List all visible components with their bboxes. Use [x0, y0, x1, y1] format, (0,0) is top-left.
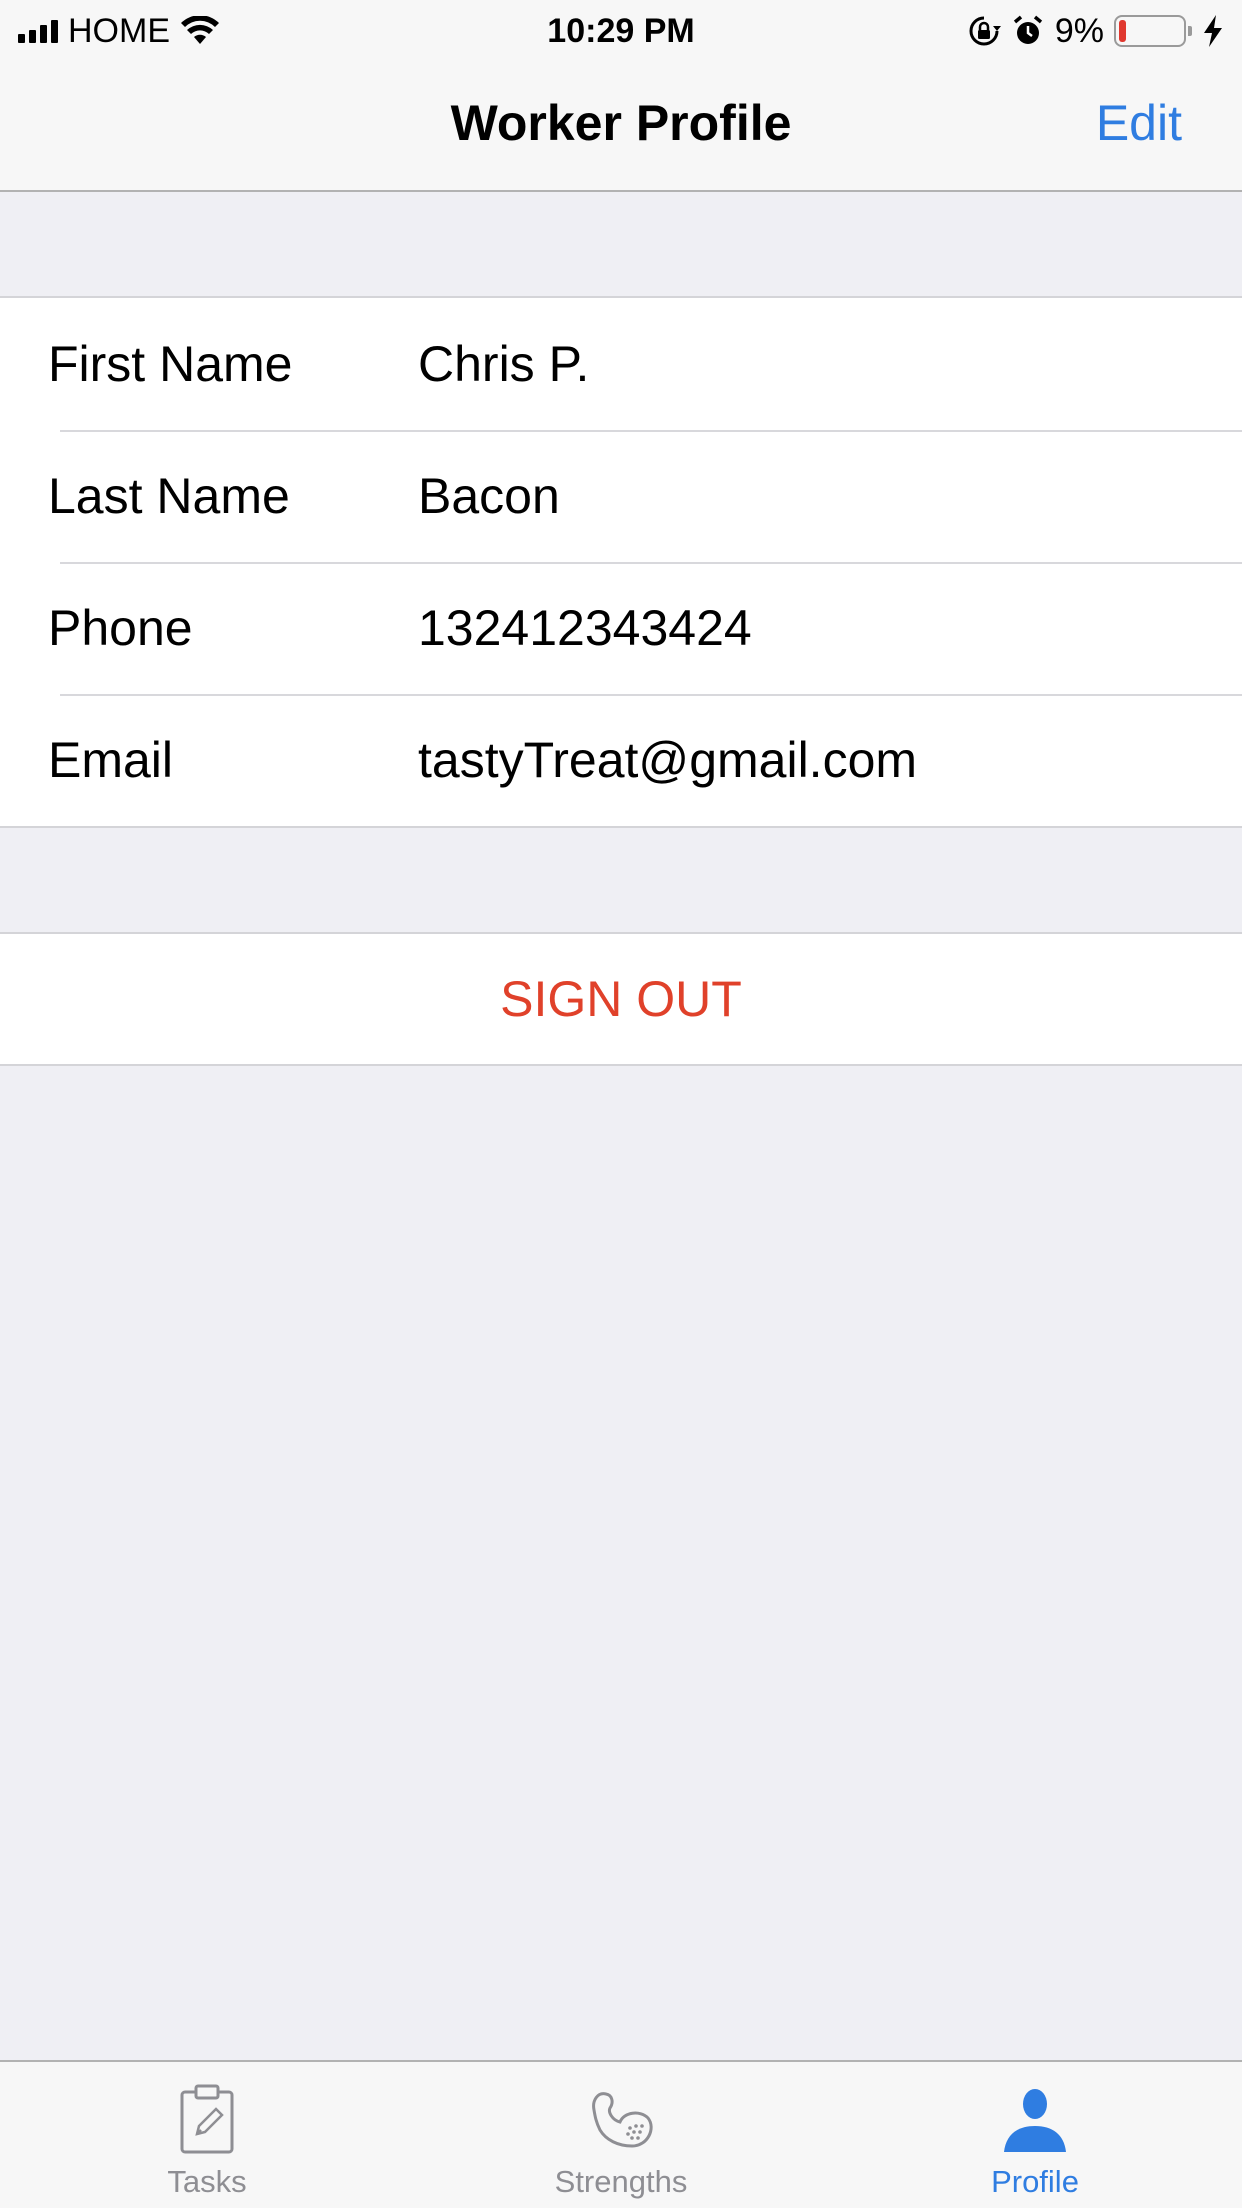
email-value: tastyTreat@gmail.com: [418, 732, 918, 788]
email-label: Email: [48, 732, 174, 788]
profile-fields: First Name Chris P. Last Name Bacon Phon…: [0, 296, 1242, 828]
wifi-icon: [181, 16, 219, 44]
page-title: Worker Profile: [450, 95, 792, 151]
edit-button[interactable]: Edit: [1096, 94, 1182, 152]
tab-strengths-label: Strengths: [554, 2164, 688, 2199]
last-name-value: Bacon: [418, 468, 560, 524]
carrier-label: HOME: [68, 11, 170, 50]
rotation-lock-icon: [969, 16, 1001, 46]
tab-profile[interactable]: Profile: [828, 2062, 1242, 2208]
battery-icon: [1114, 15, 1192, 47]
clipboard-icon: [180, 2084, 234, 2154]
battery-fill: [1119, 20, 1127, 42]
battery-percent: 9%: [1054, 11, 1104, 50]
last-name-row: Last Name Bacon: [0, 430, 1242, 562]
last-name-label: Last Name: [48, 468, 290, 524]
first-name-label: First Name: [48, 336, 293, 392]
bicep-icon: [592, 2092, 653, 2148]
sign-out-group: SIGN OUT: [0, 932, 1242, 1066]
status-right: 9%: [967, 12, 1224, 51]
tab-strengths[interactable]: Strengths: [414, 2062, 828, 2208]
phone-label: Phone: [48, 600, 193, 656]
person-icon: [1004, 2089, 1066, 2152]
email-row: Email tastyTreat@gmail.com: [0, 694, 1242, 826]
first-name-value: Chris P.: [418, 336, 590, 392]
tab-tasks-label: Tasks: [167, 2164, 247, 2199]
phone-row: Phone 132412343424: [0, 562, 1242, 694]
tab-profile-label: Profile: [991, 2164, 1079, 2199]
status-left: HOME: [18, 12, 220, 51]
phone-value: 132412343424: [418, 600, 752, 656]
nav-bar: Worker Profile Edit: [0, 62, 1242, 192]
status-bar: HOME 10:29 PM 9%: [0, 0, 1242, 62]
first-name-row: First Name Chris P.: [0, 298, 1242, 430]
signal-icon: [18, 19, 58, 43]
tab-bar: Tasks Strengths Profile: [0, 2060, 1242, 2208]
sign-out-button[interactable]: SIGN OUT: [0, 934, 1242, 1064]
tab-tasks[interactable]: Tasks: [0, 2062, 414, 2208]
charging-icon: [1204, 15, 1222, 47]
alarm-icon: [1013, 15, 1042, 44]
